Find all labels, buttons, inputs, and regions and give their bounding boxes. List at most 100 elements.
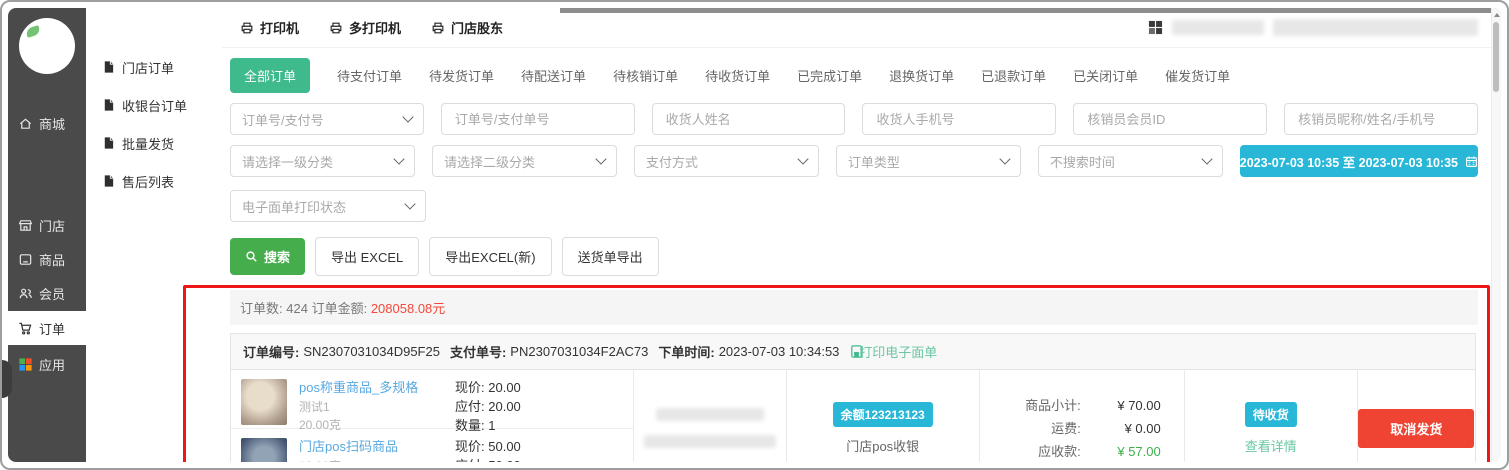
tab-refunded[interactable]: 已退款订单 [981,66,1046,85]
select-value: 订单类型 [848,152,900,171]
submenu-item-label: 收银台订单 [122,96,187,115]
sidebar-item-apps[interactable]: 应用 [8,349,86,379]
submenu-item-batch-ship[interactable]: 批量发货 [102,130,174,156]
tab-return-exchange[interactable]: 退换货订单 [889,66,954,85]
orders-main: 全部订单 待支付订单 待发货订单 待配送订单 待核销订单 待收货订单 已完成订单… [222,48,1492,462]
delivery-export-button[interactable]: 送货单导出 [562,237,659,276]
time-search-select[interactable]: 不搜索时间 [1038,145,1223,177]
status-badge: 待收货 [1245,402,1297,427]
calendar-icon [1465,155,1478,168]
submenu-item-label: 售后列表 [122,172,174,191]
receiver-name-input-wrap [652,103,846,135]
redacted-user-name [1273,19,1478,36]
multi-printer-button[interactable]: 多打印机 [329,18,401,37]
submenu-item-label: 批量发货 [122,134,174,153]
receiver-phone-input[interactable] [874,111,1044,128]
tab-pending-receipt[interactable]: 待收货订单 [705,66,770,85]
date-range-button[interactable]: 2023-07-03 10:35 至 2023-07-03 10:35 [1240,145,1478,177]
tab-all-orders[interactable]: 全部订单 [230,58,310,93]
sidebar-item-members[interactable]: 会员 [8,278,86,308]
eprint-status-select[interactable]: 电子面单打印状态 [230,190,426,222]
sidebar-item-mall[interactable]: 商城 [8,108,86,138]
chevron-down-icon [404,198,415,209]
verifier-member-id-input-wrap [1073,103,1267,135]
payment-method: 门店pos收银 [846,436,919,455]
submenu-item-cashier-orders[interactable]: 收银台订单 [102,92,187,118]
chevron-down-icon [595,153,606,164]
avatar-leaf-icon [25,25,41,38]
tab-pending-payment[interactable]: 待支付订单 [337,66,402,85]
redacted-buyer-name [656,408,764,421]
orders-amount-unit: 元 [432,301,445,316]
order-type-select[interactable]: 订单类型 [836,145,1021,177]
chevron-down-icon [999,153,1010,164]
sidebar-item-label: 商品 [39,250,65,269]
verifier-name-input[interactable] [1296,111,1466,128]
order-card: 订单编号: SN2307031034D95F25 支付单号: PN2307031… [230,333,1476,462]
store-shareholder-button[interactable]: 门店股东 [431,18,503,37]
tab-pending-verification[interactable]: 待核销订单 [613,66,678,85]
printer-button[interactable]: 打印机 [240,18,299,37]
scrollbar-thumb[interactable] [1493,22,1499,92]
goods-icon [18,252,33,267]
cancel-shipment-button[interactable]: 取消发货 [1358,409,1474,448]
verifier-member-id-input[interactable] [1085,111,1255,128]
chevron-down-icon [797,153,808,164]
product-weight: 10.00克 [299,458,431,462]
tab-pending-shipment[interactable]: 待发货订单 [429,66,494,85]
tab-urge-shipment[interactable]: 催发货订单 [1165,66,1230,85]
product-name-link[interactable]: 门店pos扫码商品 [299,438,431,456]
tab-closed[interactable]: 已关闭订单 [1073,66,1138,85]
sidebar-collapse-handle[interactable] [2,360,12,398]
submenu-item-store-orders[interactable]: 门店订单 [102,54,174,80]
receiver-name-input[interactable] [664,111,834,128]
product-image[interactable] [241,379,287,425]
payment-method-select[interactable]: 支付方式 [634,145,819,177]
orders-count-value: 424 [286,301,308,316]
select-value: 支付方式 [646,152,698,171]
tab-completed[interactable]: 已完成订单 [797,66,862,85]
filter-row-3: 电子面单打印状态 [230,190,426,222]
order-sn-value: SN2307031034D95F25 [303,344,440,359]
product-image[interactable] [241,438,287,462]
doc-icon [102,60,115,74]
product-row: pos称重商品_多规格 测试1 20.00克 现价: 20.00 应付: 20.… [231,370,633,428]
doc-icon [102,174,115,188]
main-sidebar: 商城 门店 商品 会员 订单 应用 [8,8,86,462]
export-excel-button[interactable]: 导出 EXCEL [315,237,419,276]
order-status-column: 待收货 查看详情 [1184,370,1357,462]
sidebar-item-orders[interactable]: 订单 [8,311,86,345]
order-totals: 商品小计:¥ 70.00 运费:¥ 0.00 应收款:¥ 57.00 [1003,394,1161,463]
action-buttons: 搜索 导出 EXCEL 导出EXCEL(新) 送货单导出 [230,237,1478,276]
order-totals-column: 商品小计:¥ 70.00 运费:¥ 0.00 应收款:¥ 57.00 [979,370,1184,462]
category-level2-select[interactable]: 请选择二级分类 [432,145,617,177]
sidebar-item-store[interactable]: 门店 [8,210,86,240]
view-details-link[interactable]: 查看详情 [1245,436,1297,455]
scrollbar-up-arrow-icon[interactable] [1494,13,1500,17]
shipping-value: ¥ 0.00 [1125,417,1161,440]
search-button[interactable]: 搜索 [230,238,305,275]
order-payment-column: 余额123213123 门店pos收银 [786,370,979,462]
order-body: pos称重商品_多规格 测试1 20.00克 现价: 20.00 应付: 20.… [231,370,1475,462]
select-value: 不搜索时间 [1050,152,1115,171]
chevron-down-icon [1201,153,1212,164]
orders-count-label: 订单数: [240,301,283,316]
search-icon [245,250,258,263]
product-name-link[interactable]: pos称重商品_多规格 [299,379,431,397]
order-products-column: pos称重商品_多规格 测试1 20.00克 现价: 20.00 应付: 20.… [231,370,633,462]
vertical-scrollbar[interactable] [1491,8,1501,462]
grid-icon[interactable] [1148,20,1163,35]
order-no-type-select[interactable]: 订单号/支付号 [230,103,424,135]
sidebar-item-goods[interactable]: 商品 [8,244,86,274]
export-excel-new-button[interactable]: 导出EXCEL(新) [429,237,551,276]
order-no-input[interactable] [453,111,623,128]
chevron-down-icon [402,111,413,122]
category-level1-select[interactable]: 请选择一级分类 [230,145,415,177]
redacted-buyer-phone [644,435,776,448]
avatar[interactable] [19,18,75,74]
tab-pending-delivery[interactable]: 待配送订单 [521,66,586,85]
product-spec: 测试1 [299,399,431,415]
order-no-input-wrap [441,103,635,135]
print-eorder-link[interactable]: 打印电子面单 [859,342,937,361]
submenu-item-aftersale-list[interactable]: 售后列表 [102,168,174,194]
